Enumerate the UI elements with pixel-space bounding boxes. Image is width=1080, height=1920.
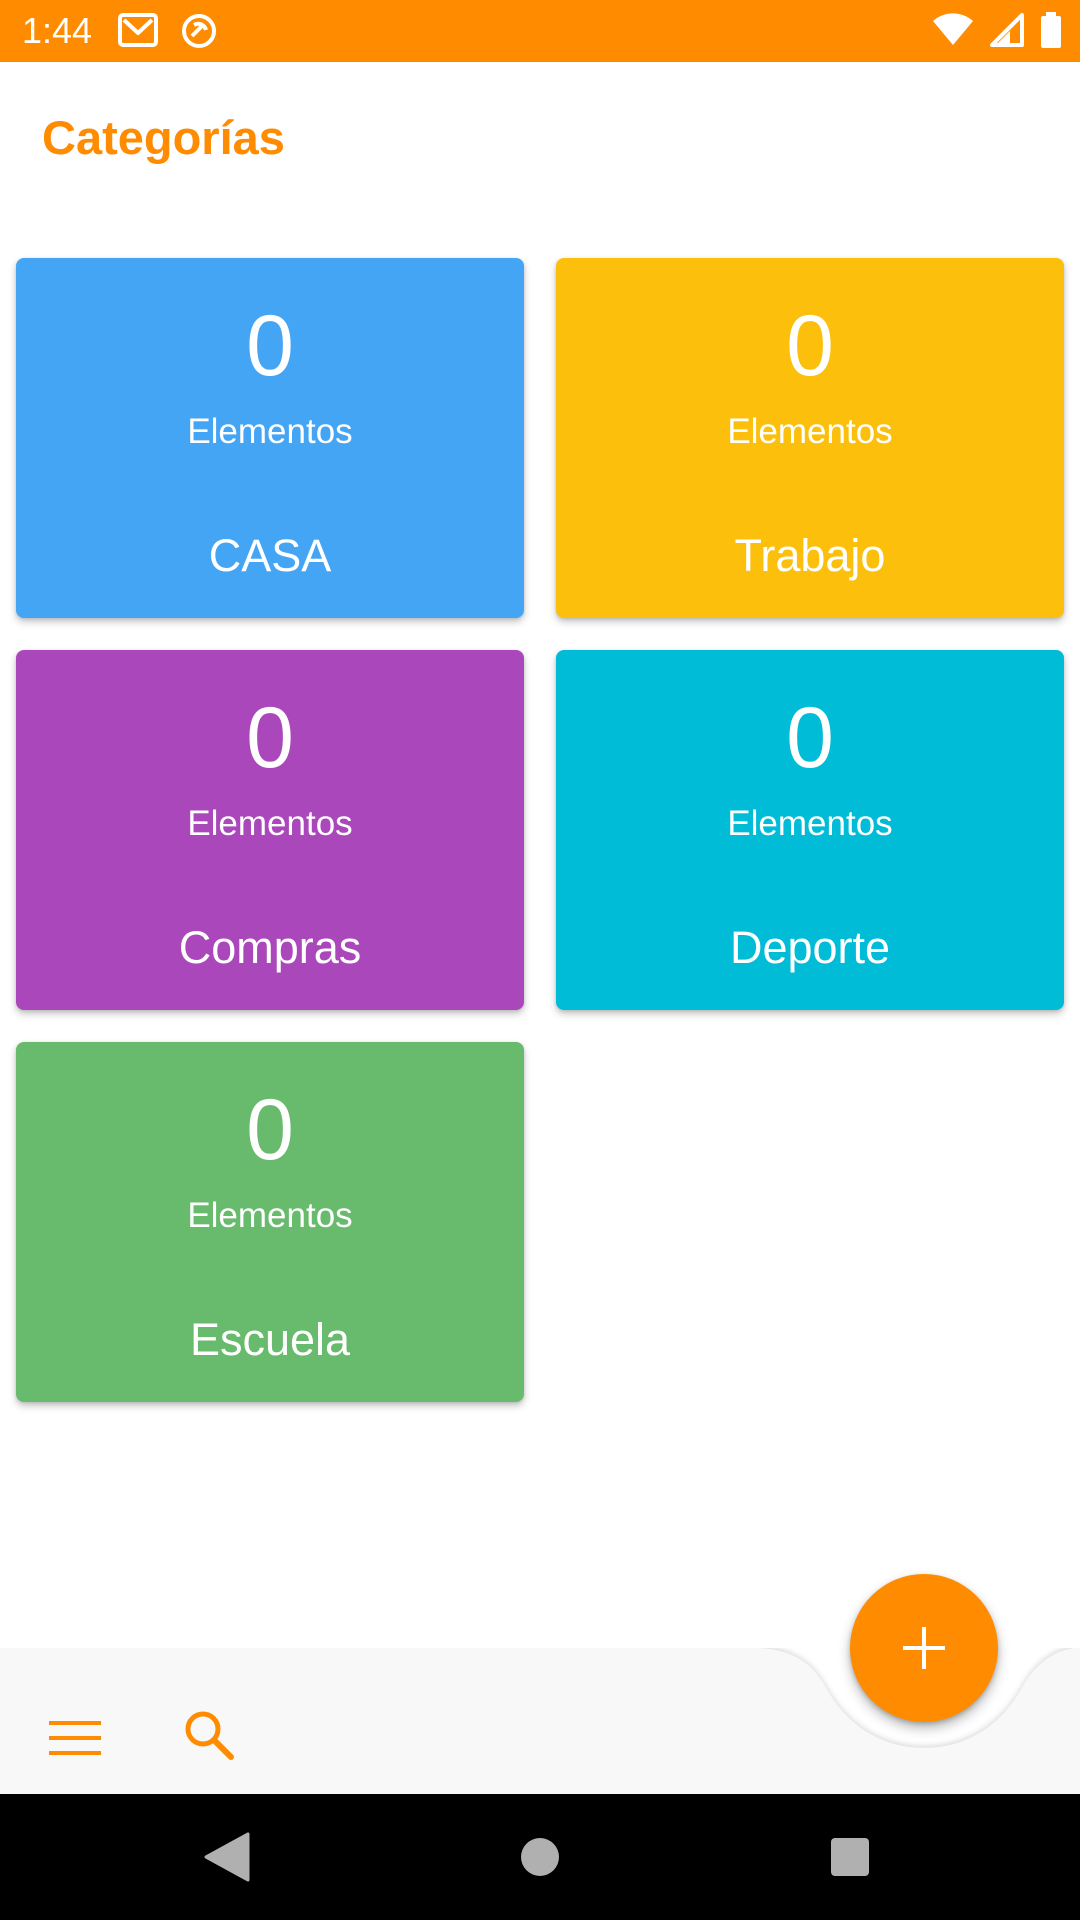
search-icon xyxy=(185,1711,234,1760)
navigation-bar xyxy=(0,1794,1080,1920)
search-button[interactable] xyxy=(174,1700,244,1770)
battery-icon xyxy=(1041,12,1061,48)
card-name: Deporte xyxy=(729,922,891,973)
card-count: 0 xyxy=(786,298,834,394)
category-card-deporte[interactable]: 0 Elementos Deporte xyxy=(556,650,1064,1010)
menu-button[interactable] xyxy=(40,1708,110,1768)
category-card-trabajo[interactable]: 0 Elementos Trabajo xyxy=(556,258,1064,618)
card-name: Trabajo xyxy=(734,530,886,581)
status-bar: 1:44 xyxy=(0,0,1080,62)
card-count: 0 xyxy=(786,690,834,786)
card-count: 0 xyxy=(246,690,294,786)
nav-recents-button[interactable] xyxy=(817,1824,883,1890)
category-card-escuela[interactable]: 0 Elementos Escuela xyxy=(16,1042,524,1402)
screen: 1:44 Categorías 0 Elementos CASA 0 Eleme… xyxy=(0,0,1080,1920)
wifi-icon xyxy=(933,13,973,45)
plus-icon xyxy=(903,1627,945,1669)
card-name: CASA xyxy=(208,530,332,581)
card-name: Escuela xyxy=(189,1314,351,1365)
nav-home-button[interactable] xyxy=(507,1824,573,1890)
back-icon xyxy=(204,1832,250,1882)
nav-back-button[interactable] xyxy=(194,1824,260,1890)
card-count-label: Elementos xyxy=(187,804,353,843)
system-icons xyxy=(932,12,1062,48)
card-count-label: Elementos xyxy=(727,804,893,843)
notification-icons xyxy=(118,12,218,50)
add-category-button[interactable] xyxy=(850,1574,998,1722)
sync-icon xyxy=(182,14,216,48)
card-count: 0 xyxy=(246,298,294,394)
signal-icon xyxy=(990,13,1024,47)
status-time: 1:44 xyxy=(22,10,93,51)
category-card-casa[interactable]: 0 Elementos CASA xyxy=(16,258,524,618)
card-count-label: Elementos xyxy=(187,1196,353,1235)
home-icon xyxy=(521,1838,559,1876)
gmail-icon xyxy=(118,13,158,47)
menu-icon xyxy=(49,1721,101,1755)
card-count-label: Elementos xyxy=(727,412,893,451)
category-card-compras[interactable]: 0 Elementos Compras xyxy=(16,650,524,1010)
recents-icon xyxy=(831,1838,869,1876)
card-name: Compras xyxy=(178,922,362,973)
card-count: 0 xyxy=(246,1082,294,1178)
page-title: Categorías xyxy=(42,111,285,164)
card-count-label: Elementos xyxy=(187,412,353,451)
